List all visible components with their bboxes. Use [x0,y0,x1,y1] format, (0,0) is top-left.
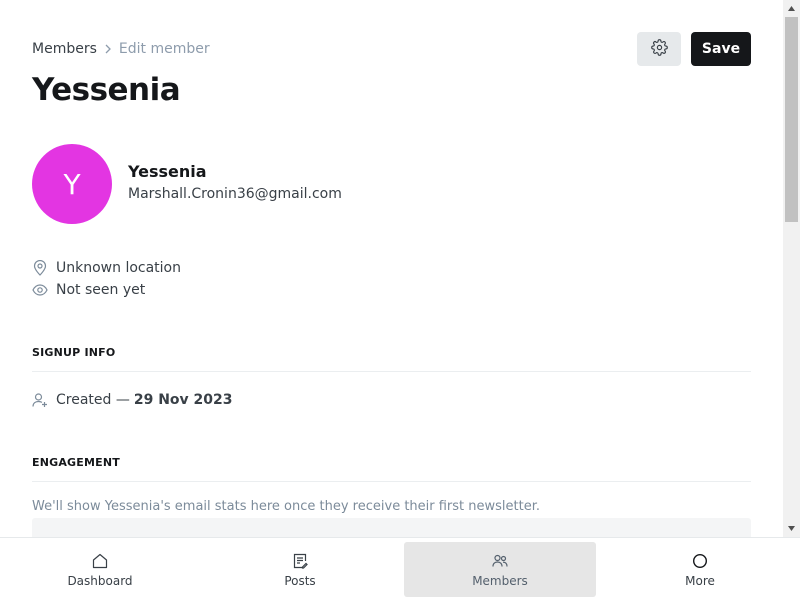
scrollbar-thumb[interactable] [785,17,798,222]
posts-icon [291,552,309,570]
last-seen-row: Not seen yet [32,280,145,300]
bottom-navigation: Dashboard Posts Members More [0,537,800,600]
settings-button[interactable] [637,32,681,66]
location-pin-icon [32,260,48,276]
members-icon [491,552,509,570]
breadcrumb: Members Edit member [32,40,210,58]
signup-info-heading: SIGNUP INFO [32,346,116,359]
engagement-heading: ENGAGEMENT [32,456,120,469]
last-seen-text: Not seen yet [56,282,146,298]
nav-posts[interactable]: Posts [204,542,396,597]
scroll-down-arrow-icon[interactable] [783,520,800,537]
breadcrumb-members-link[interactable]: Members [32,41,97,57]
gear-icon [650,38,668,60]
created-prefix: Created — [56,392,130,408]
location-row: Unknown location [32,258,181,278]
main-content: Members Edit member Save Yessenia Y Yess… [0,0,783,537]
avatar: Y [32,144,112,224]
nav-more-label: More [685,573,715,588]
save-button[interactable]: Save [691,32,751,66]
nav-posts-label: Posts [284,573,316,588]
signup-divider [32,371,751,372]
scroll-up-arrow-icon[interactable] [783,0,800,17]
member-email: Marshall.Cronin36@gmail.com [128,186,342,202]
page-title: Yessenia [32,72,181,108]
chevron-right-icon [104,44,112,54]
home-icon [91,552,109,570]
created-row: Created — 29 Nov 2023 [32,390,233,410]
more-icon [691,552,709,570]
breadcrumb-current: Edit member [118,41,210,57]
engagement-divider [32,481,751,482]
location-text: Unknown location [56,260,181,276]
engagement-stats-panel [32,518,751,537]
vertical-scrollbar[interactable] [783,0,800,537]
nav-dashboard-label: Dashboard [67,573,133,588]
created-date: 29 Nov 2023 [133,392,233,408]
member-name: Yessenia [128,162,207,181]
nav-dashboard[interactable]: Dashboard [4,542,196,597]
nav-members-label: Members [472,573,528,588]
engagement-note: We'll show Yessenia's email stats here o… [32,499,541,514]
user-add-icon [32,392,48,408]
eye-icon [32,282,48,298]
nav-members[interactable]: Members [404,542,596,597]
nav-more[interactable]: More [604,542,796,597]
